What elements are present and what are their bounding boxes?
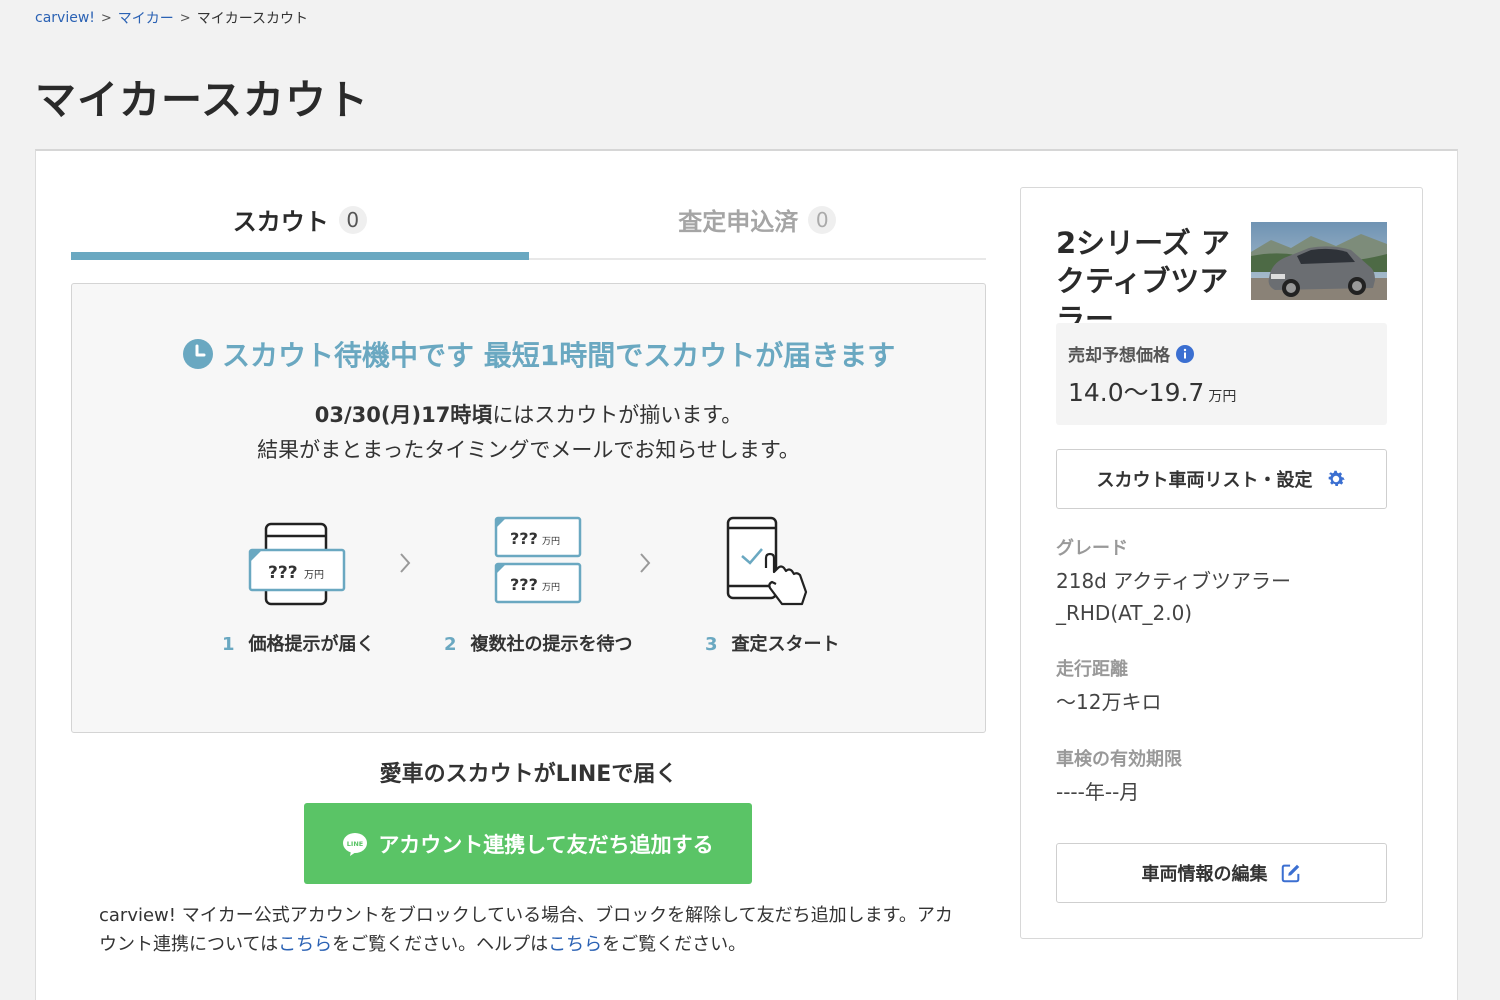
chevron-right-icon: [400, 553, 411, 573]
info-icon[interactable]: [1176, 344, 1194, 363]
tab-applied-count: 0: [808, 205, 837, 234]
car-name: 2シリーズ アクティブツアラー: [1056, 226, 1230, 336]
expected-price-box: 売却予想価格 14.0～19.7 万円: [1056, 323, 1387, 425]
line-description: carview! マイカー公式アカウントをブロックしている場合、ブロックを解除し…: [99, 905, 953, 955]
scout-settings-label: スカウト車両リスト・設定: [1096, 470, 1313, 491]
card-price-text: ???: [268, 563, 298, 583]
line-button-label: アカウント連携して友だち追加する: [378, 832, 714, 857]
edit-icon: [1281, 864, 1299, 883]
step-3-label: 3 査定スタート: [705, 634, 840, 655]
breadcrumb-current: マイカースカウト: [196, 11, 309, 27]
tab-bar: スカウト 0 査定申込済 0: [71, 181, 986, 260]
expected-price-label-row: 売却予想価格: [1068, 341, 1194, 366]
mileage-label: 走行距離: [1056, 659, 1128, 680]
card-price-text: ???: [510, 529, 538, 548]
scout-date-rest: にはスカウトが揃います。: [492, 403, 743, 427]
inspection-label: 車検の有効期限: [1056, 749, 1182, 770]
breadcrumb: carview! > マイカー > マイカースカウト: [35, 8, 308, 28]
phone-price-icon: ??? 万円: [248, 522, 346, 606]
help-link[interactable]: こちら: [548, 934, 602, 955]
car-info-card: 2シリーズ アクティブツアラー 売却予想価格 14.0～19.7 万円 スカウト…: [1020, 187, 1423, 939]
tab-scout-count: 0: [338, 205, 367, 234]
card-price-unit: 万円: [542, 582, 560, 593]
tab-applied-label: 査定申込済: [678, 208, 799, 236]
page-title: マイカースカウト: [35, 76, 369, 124]
card-price-text: ???: [510, 575, 538, 594]
price-cards-icon: ??? 万円 ??? 万円: [494, 516, 582, 604]
step-2-label: 2 複数社の提示を待つ: [444, 634, 633, 655]
clock-icon: [183, 339, 213, 369]
tab-scout[interactable]: スカウト 0: [71, 181, 529, 260]
scout-wait-heading: スカウト待機中です 最短1時間でスカウトが届きます: [182, 334, 895, 374]
grade-label: グレード: [1056, 538, 1128, 559]
chevron-right-icon: [640, 553, 651, 573]
step-1-label: 1 価格提示が届く: [222, 634, 375, 655]
account-link-help-link[interactable]: こちら: [278, 934, 332, 955]
tab-applied[interactable]: 査定申込済 0: [529, 181, 987, 258]
breadcrumb-separator: >: [179, 10, 191, 26]
scout-status-box: スカウト待機中です 最短1時間でスカウトが届きます 03/30(月)17時頃には…: [71, 283, 986, 733]
edit-vehicle-button[interactable]: 車両情報の編集: [1056, 843, 1387, 903]
expected-price-label: 売却予想価格: [1068, 346, 1170, 366]
breadcrumb-separator: >: [100, 10, 112, 26]
phone-tap-icon: [726, 516, 808, 606]
scout-settings-button[interactable]: スカウト車両リスト・設定: [1056, 449, 1387, 509]
expected-price-value: 14.0～19.7 万円: [1068, 378, 1237, 407]
breadcrumb-carview[interactable]: carview!: [35, 10, 95, 26]
card-price-unit: 万円: [304, 570, 324, 581]
breadcrumb-mycar[interactable]: マイカー: [118, 8, 174, 28]
scout-steps: ??? 万円 ??? 万円 ??? 万円 1 価格提示が届く 2 複数社の提示を…: [72, 514, 985, 664]
edit-vehicle-label: 車両情報の編集: [1141, 864, 1268, 885]
gear-icon: [1328, 470, 1345, 487]
line-icon-text: LINE: [347, 840, 363, 848]
tab-scout-label: スカウト: [232, 208, 329, 236]
line-section-heading: 愛車のスカウトがLINEで届く: [379, 762, 678, 787]
card-price-unit: 万円: [542, 536, 560, 547]
car-photo: [1251, 222, 1387, 300]
scout-schedule-notice: 03/30(月)17時頃にはスカウトが揃います。: [72, 399, 985, 429]
line-add-friend-button[interactable]: LINE アカウント連携して友だち追加する: [304, 803, 752, 884]
scout-date: 03/30(月)17時頃: [314, 403, 493, 427]
scout-wait-text: スカウト待機中です 最短1時間でスカウトが届きます: [222, 339, 896, 372]
main-card: スカウト 0 査定申込済 0 スカウト待機中です 最短1時間でスカウトが届きます…: [35, 149, 1458, 1000]
line-icon: LINE: [343, 832, 368, 856]
scout-email-notice: 結果がまとまったタイミングでメールでお知らせします。: [257, 438, 800, 462]
grade-value: 218d アクティブツアラー_RHD(AT_2.0): [1056, 569, 1292, 625]
mileage-value: ～12万キロ: [1056, 690, 1162, 714]
inspection-value: ----年--月: [1056, 780, 1140, 804]
